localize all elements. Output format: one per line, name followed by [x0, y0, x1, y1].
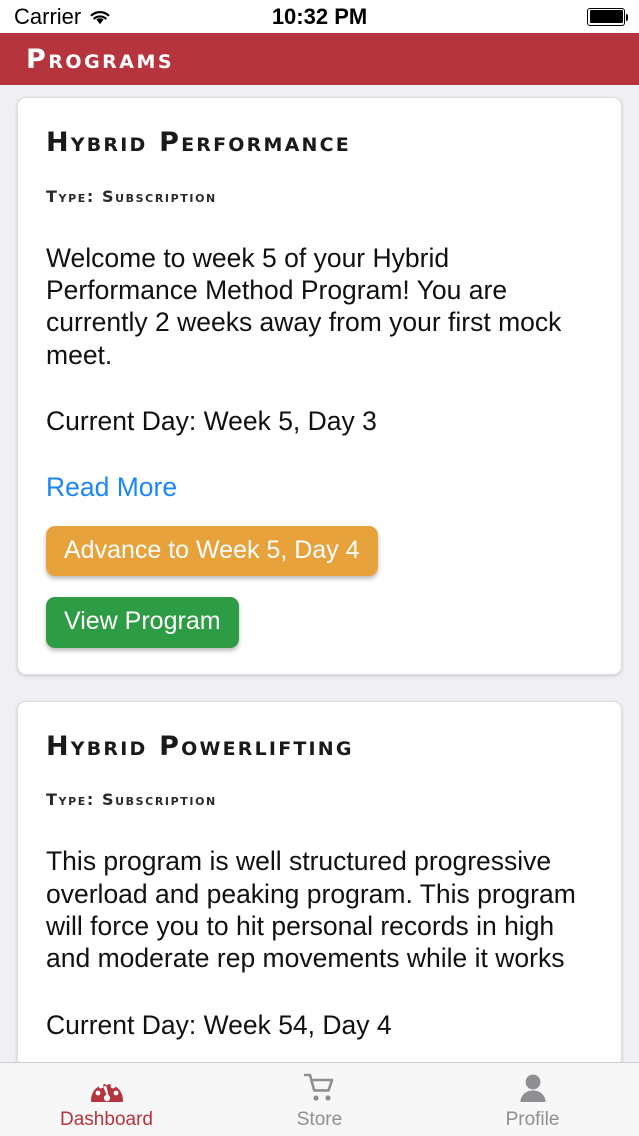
program-actions: Advance to Week 5, Day 4 — [46, 525, 593, 577]
program-actions-secondary: View Program — [46, 576, 593, 648]
program-type-label: Type: Subscription — [46, 790, 217, 810]
program-title: Hybrid Performance — [46, 127, 351, 158]
battery-fill — [589, 10, 623, 23]
status-bar-time: 10:32 PM — [271, 3, 368, 29]
status-bar-right — [367, 7, 629, 26]
advance-day-button[interactable]: Advance to Week 5, Day 4 — [46, 525, 378, 577]
program-current-day: Current Day: Week 5, Day 3 — [46, 406, 377, 436]
wifi-icon — [88, 8, 112, 26]
tab-store[interactable]: Store — [213, 1063, 426, 1136]
tab-profile[interactable]: Profile — [426, 1063, 639, 1136]
programs-list[interactable]: Hybrid Performance Type: Subscription We… — [0, 85, 639, 1062]
tab-dashboard-label: Dashboard — [60, 1108, 153, 1130]
program-title: Hybrid Powerlifting — [46, 730, 354, 762]
app-screen: Carrier 10:32 PM Programs Hybrid Perform… — [0, 0, 639, 1136]
program-description: This program is well structured progress… — [46, 846, 584, 974]
tab-bar: Dashboard Store Profile — [0, 1062, 639, 1136]
view-program-button[interactable]: View Program — [46, 597, 239, 648]
status-bar-left: Carrier — [14, 3, 272, 29]
program-type-label: Type: Subscription — [46, 186, 217, 206]
tab-store-label: Store — [296, 1108, 343, 1130]
program-card[interactable]: Hybrid Performance Type: Subscription We… — [17, 97, 622, 675]
program-card[interactable]: Hybrid Powerlifting Type: Subscription T… — [17, 700, 622, 1062]
battery-nub — [625, 13, 629, 21]
program-current-day: Current Day: Week 54, Day 4 — [46, 1009, 392, 1040]
shopping-cart-icon — [303, 1071, 336, 1105]
speedometer-icon — [90, 1071, 124, 1105]
nav-bar: Programs — [0, 33, 639, 85]
status-bar: Carrier 10:32 PM — [0, 0, 639, 33]
tab-profile-label: Profile — [505, 1108, 560, 1130]
program-description: Welcome to week 5 of your Hybrid Perform… — [46, 242, 569, 370]
tab-dashboard[interactable]: Dashboard — [0, 1063, 213, 1136]
read-more-link[interactable]: Read More — [46, 471, 177, 503]
person-icon — [518, 1071, 548, 1105]
page-title: Programs — [26, 43, 175, 75]
battery-full-icon — [587, 7, 629, 26]
carrier-label: Carrier — [14, 3, 82, 29]
